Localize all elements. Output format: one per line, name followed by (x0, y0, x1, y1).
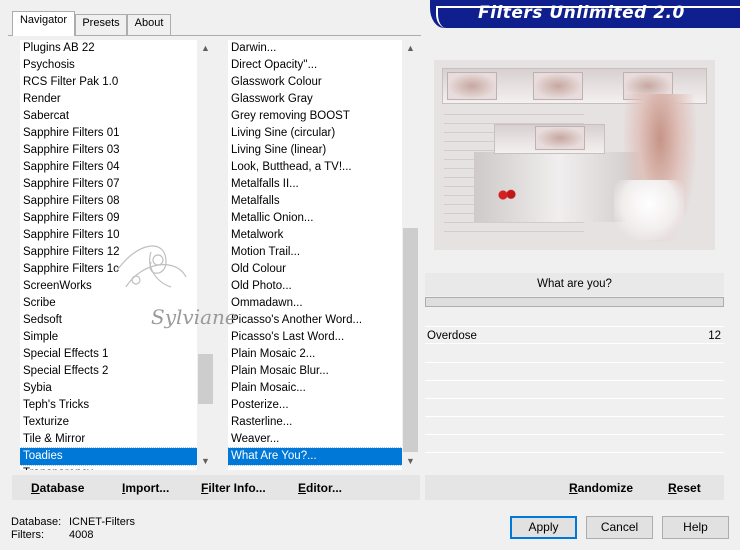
category-scroll-thumb[interactable] (198, 354, 213, 404)
category-item[interactable]: Sapphire Filters 03 (20, 142, 197, 159)
category-item[interactable]: Sapphire Filters 08 (20, 193, 197, 210)
param-value-overdose[interactable]: 12 (708, 330, 721, 342)
randomize-button[interactable]: Randomize (569, 481, 633, 495)
scroll-down-icon[interactable]: ▼ (197, 453, 214, 470)
tab-navigator[interactable]: Navigator (12, 11, 75, 36)
filter-info-button[interactable]: Filter Info... (201, 481, 266, 495)
database-button[interactable]: Database (31, 481, 84, 495)
rose-graphic (497, 188, 517, 202)
scroll-down-icon[interactable]: ▼ (402, 453, 419, 470)
category-item[interactable]: Transparency (20, 465, 197, 470)
database-value: ICNET-Filters (69, 516, 135, 528)
category-item[interactable]: Sybia (20, 380, 197, 397)
scroll-up-icon[interactable]: ▲ (197, 40, 214, 57)
filter-item[interactable]: Glasswork Colour (228, 74, 402, 91)
filter-item[interactable]: Metalfalls II... (228, 176, 402, 193)
scroll-up-icon[interactable]: ▲ (402, 40, 419, 57)
category-item[interactable]: Psychosis (20, 57, 197, 74)
app-title: Filters Unlimited 2.0 (478, 3, 685, 23)
filter-item[interactable]: Rasterline... (228, 414, 402, 431)
category-item[interactable]: Render (20, 91, 197, 108)
category-item[interactable]: Special Effects 2 (20, 363, 197, 380)
filter-name-header: What are you? (425, 273, 724, 296)
category-item[interactable]: Sapphire Filters 01 (20, 125, 197, 142)
title-banner: Filters Unlimited 2.0 (430, 0, 740, 28)
filter-item[interactable]: Plain Mosaic Blur... (228, 363, 402, 380)
category-item[interactable]: Toadies (20, 447, 198, 466)
filter-item[interactable]: Metalfalls (228, 193, 402, 210)
filter-item[interactable]: Plain Mosaic 2... (228, 346, 402, 363)
category-item[interactable]: Texturize (20, 414, 197, 431)
filter-item[interactable]: Look, Butthead, a TV!... (228, 159, 402, 176)
category-item[interactable]: Sapphire Filters 07 (20, 176, 197, 193)
reset-button[interactable]: Reset (668, 481, 701, 495)
filter-item[interactable]: Darwin... (228, 40, 402, 57)
category-item[interactable]: Teph's Tricks (20, 397, 197, 414)
tab-presets[interactable]: Presets (75, 14, 127, 35)
param-label-overdose: Overdose (427, 330, 477, 342)
category-item[interactable]: Sabercat (20, 108, 197, 125)
filter-item[interactable]: Living Sine (linear) (228, 142, 402, 159)
category-item[interactable]: Plugins AB 22 (20, 40, 197, 57)
editor-button[interactable]: Editor... (298, 481, 342, 495)
filter-control-bar[interactable] (425, 297, 724, 307)
category-item[interactable]: Tile & Mirror (20, 431, 197, 448)
filter-scroll-thumb[interactable] (403, 228, 418, 452)
filter-item[interactable]: Direct Opacity''... (228, 57, 402, 74)
cancel-button[interactable]: Cancel (586, 516, 653, 539)
filters-count: 4008 (69, 529, 94, 541)
watermark-signature: Sylviane (96, 232, 266, 342)
category-item[interactable]: Special Effects 1 (20, 346, 197, 363)
filter-preview-image (434, 60, 715, 250)
database-label: Database: (11, 516, 62, 528)
filter-item[interactable]: Plain Mosaic... (228, 380, 402, 397)
filter-item[interactable]: Metallic Onion... (228, 210, 402, 227)
filter-item[interactable]: Weaver... (228, 431, 402, 448)
apply-button[interactable]: Apply (510, 516, 577, 539)
category-item[interactable]: Sapphire Filters 09 (20, 210, 197, 227)
category-item[interactable]: Sapphire Filters 04 (20, 159, 197, 176)
filters-label: Filters: (11, 529, 44, 541)
import-button[interactable]: Import... (122, 481, 169, 495)
filter-item[interactable]: Posterize... (228, 397, 402, 414)
watermark-text: Sylviane (151, 305, 237, 329)
filter-scrollbar[interactable]: ▲ ▼ (402, 40, 419, 470)
category-item[interactable]: RCS Filter Pak 1.0 (20, 74, 197, 91)
tab-about[interactable]: About (127, 14, 171, 35)
help-button[interactable]: Help (662, 516, 729, 539)
filter-item[interactable]: What Are You?... (228, 447, 403, 466)
filter-item[interactable]: Grey removing BOOST (228, 108, 402, 125)
filter-item[interactable]: Glasswork Gray (228, 91, 402, 108)
filter-parameters: Overdose 12 (425, 310, 724, 465)
filter-item[interactable]: Living Sine (circular) (228, 125, 402, 142)
